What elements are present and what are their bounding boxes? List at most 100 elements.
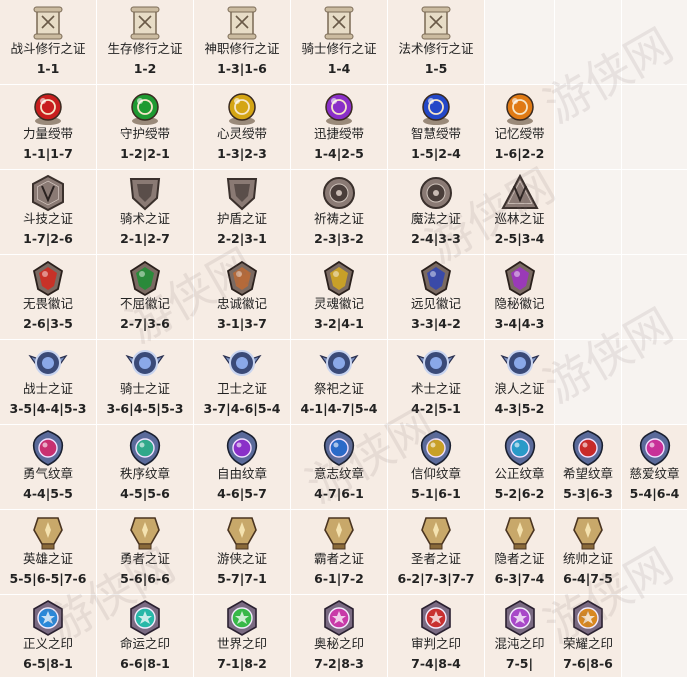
empty-cell <box>555 340 622 425</box>
item-code: 2-5|3-4 <box>494 231 545 246</box>
grid-cell: 骑士修行之证 1-4 <box>291 0 388 85</box>
trophy-icon <box>319 514 359 552</box>
scroll-icon <box>28 4 68 42</box>
item-name: 慈爱纹章 <box>629 466 680 481</box>
item-code: 6-1|7-2 <box>314 571 364 586</box>
item-code: 4-6|5-7 <box>217 486 267 501</box>
grid-cell: 祭祀之证 4-1|4-7|5-4 <box>291 340 388 425</box>
winged-emblem-icon <box>416 344 456 382</box>
item-name: 混沌之印 <box>494 636 545 651</box>
item-name: 圣者之证 <box>410 551 461 566</box>
item-name: 战士之证 <box>22 381 73 396</box>
gold-orb-icon <box>222 89 262 127</box>
empty-cell <box>622 595 688 678</box>
seal-icon <box>500 599 540 637</box>
grid-cell: 不屈徽记 2-7|3-6 <box>97 255 194 340</box>
item-name: 护盾之证 <box>216 211 267 226</box>
item-name: 斗技之证 <box>22 211 73 226</box>
item-code: 6-4|7-5 <box>563 571 613 586</box>
grid-cell: 圣者之证 6-2|7-3|7-7 <box>388 510 485 595</box>
blue-crest-icon <box>416 259 456 297</box>
item-name: 骑术之证 <box>119 211 170 226</box>
grid-cell: 卫士之证 3-7|4-6|5-4 <box>194 340 291 425</box>
item-name: 公正纹章 <box>494 466 545 481</box>
item-name: 勇气纹章 <box>22 466 73 481</box>
item-code: 1-3|2-3 <box>217 146 267 161</box>
scroll-icon <box>319 4 359 42</box>
grid-cell: 心灵绶带 1-3|2-3 <box>194 85 291 170</box>
item-code: 2-6|3-5 <box>23 316 73 331</box>
heraldry-icon <box>28 429 68 467</box>
item-name: 记忆绶带 <box>494 126 545 141</box>
item-name: 霸者之证 <box>313 551 364 566</box>
heraldry-icon <box>635 429 675 467</box>
heraldry-icon <box>416 429 456 467</box>
item-name: 祈祷之证 <box>313 211 364 226</box>
item-code: 1-2 <box>133 61 157 76</box>
seal-icon <box>28 599 68 637</box>
orange-orb-icon <box>500 89 540 127</box>
item-code: 5-6|6-6 <box>120 571 170 586</box>
item-name: 奥秘之印 <box>313 636 364 651</box>
item-code: 1-1 <box>36 61 60 76</box>
item-name: 勇者之证 <box>119 551 170 566</box>
item-name: 无畏徽记 <box>22 296 73 311</box>
item-code: 5-2|6-2 <box>494 486 545 501</box>
item-code: 4-4|5-5 <box>23 486 73 501</box>
grid-cell: 审判之印 7-4|8-4 <box>388 595 485 678</box>
grid-cell: 魔法之证 2-4|3-3 <box>388 170 485 255</box>
grid-cell: 游侠之证 5-7|7-1 <box>194 510 291 595</box>
heraldry-icon <box>500 429 540 467</box>
seal-icon <box>222 599 262 637</box>
item-code: 2-3|3-2 <box>314 231 364 246</box>
grid-cell: 巡林之证 2-5|3-4 <box>485 170 555 255</box>
item-name: 远见徽记 <box>410 296 461 311</box>
hexagon-emblem-icon <box>28 174 68 212</box>
grid-cell: 战士之证 3-5|4-4|5-3 <box>0 340 97 425</box>
heraldry-icon <box>319 429 359 467</box>
item-code: 1-5 <box>424 61 448 76</box>
item-code: 3-4|4-3 <box>494 316 545 331</box>
trophy-icon <box>416 514 456 552</box>
empty-cell <box>555 255 622 340</box>
grid-cell: 远见徽记 3-3|4-2 <box>388 255 485 340</box>
item-code: 4-7|6-1 <box>314 486 364 501</box>
grid-cell: 统帅之证 6-4|7-5 <box>555 510 622 595</box>
grid-cell: 英雄之证 5-5|6-5|7-6 <box>0 510 97 595</box>
green-crest-icon <box>125 259 165 297</box>
item-name: 希望纹章 <box>562 466 613 481</box>
item-name: 秩序纹章 <box>119 466 170 481</box>
item-code: 5-5|6-5|7-6 <box>9 571 87 586</box>
empty-cell <box>622 340 688 425</box>
grid-cell: 自由纹章 4-6|5-7 <box>194 425 291 510</box>
item-code: 4-1|4-7|5-4 <box>300 401 378 416</box>
item-code: 6-2|7-3|7-7 <box>397 571 475 586</box>
item-code: 7-6|8-6 <box>563 656 613 671</box>
grid-cell: 智慧绶带 1-5|2-4 <box>388 85 485 170</box>
heraldry-icon <box>125 429 165 467</box>
item-code: 7-4|8-4 <box>411 656 461 671</box>
item-name: 巡林之证 <box>494 211 545 226</box>
grid-cell: 霸者之证 6-1|7-2 <box>291 510 388 595</box>
item-name: 力量绶带 <box>22 126 73 141</box>
grid-cell: 混沌之印 7-5| <box>485 595 555 678</box>
item-code: 1-7|2-6 <box>23 231 73 246</box>
item-name: 忠诚徽记 <box>216 296 267 311</box>
grid-cell: 神职修行之证 1-3|1-6 <box>194 0 291 85</box>
item-name: 隐者之证 <box>494 551 545 566</box>
item-name: 术士之证 <box>410 381 461 396</box>
copper-crest-icon <box>222 259 262 297</box>
grid-cell: 无畏徽记 2-6|3-5 <box>0 255 97 340</box>
item-name: 正义之印 <box>22 636 73 651</box>
item-name: 灵魂徽记 <box>313 296 364 311</box>
grid-cell: 祈祷之证 2-3|3-2 <box>291 170 388 255</box>
trophy-icon <box>125 514 165 552</box>
item-name: 荣耀之印 <box>562 636 613 651</box>
item-code: 2-1|2-7 <box>120 231 170 246</box>
winged-emblem-icon <box>28 344 68 382</box>
grid-cell: 正义之印 6-5|8-1 <box>0 595 97 678</box>
round-emblem-icon <box>319 174 359 212</box>
item-name: 迅捷绶带 <box>313 126 364 141</box>
item-name: 命运之印 <box>119 636 170 651</box>
item-name: 法术修行之证 <box>398 41 474 56</box>
